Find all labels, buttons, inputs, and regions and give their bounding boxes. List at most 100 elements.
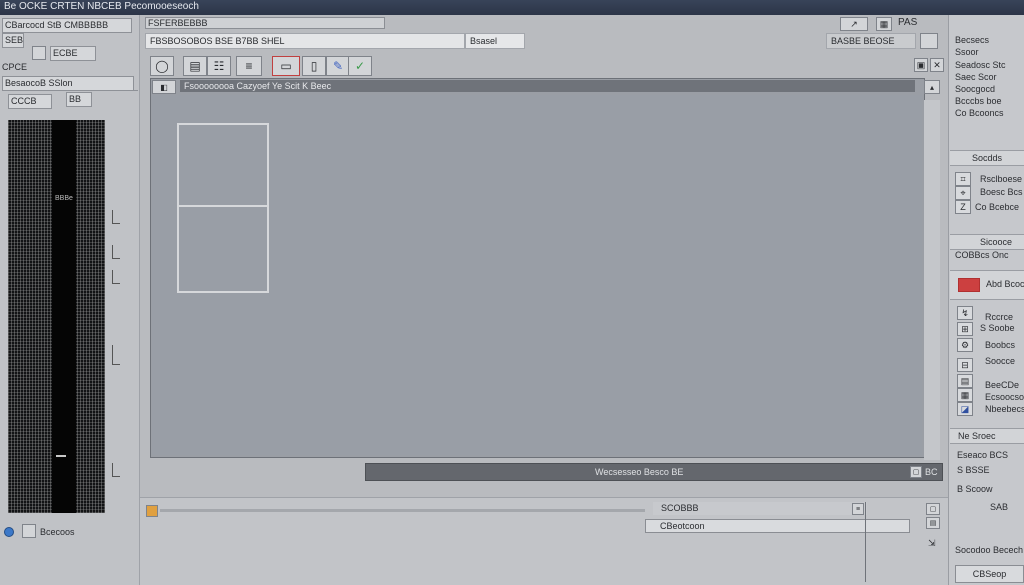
rp-color-icon[interactable] <box>958 278 980 292</box>
side-tick <box>112 210 120 224</box>
rp-section-1-label: Socdds <box>972 153 1003 163</box>
tool-layers-icon[interactable]: ☷ <box>207 56 231 76</box>
tool-select-icon[interactable]: ◯ <box>150 56 174 76</box>
canvas-menu-icon[interactable]: ◧ <box>152 80 176 94</box>
left-row5-a[interactable]: CCCB <box>8 94 52 109</box>
list-row-b[interactable]: CBeotcoon <box>645 519 910 533</box>
tool-image-icon[interactable]: ▤ <box>183 56 207 76</box>
bottom-play-icon[interactable] <box>146 505 158 517</box>
timeline-end: BC <box>925 467 938 477</box>
canvas-scroll-up-icon[interactable]: ▴ <box>924 80 940 94</box>
rp-tool-icon[interactable]: ⊟ <box>957 358 973 372</box>
rp-item-icon[interactable]: ⌗ <box>955 172 971 186</box>
rp-s3-item-3[interactable]: Soocce <box>985 356 1015 366</box>
waveform-marker <box>56 455 66 457</box>
side-tick <box>112 270 120 284</box>
grid-icon[interactable]: ▦ <box>876 17 892 31</box>
rp-item-icon[interactable]: ⌖ <box>955 186 971 200</box>
bottom-track[interactable] <box>160 509 645 512</box>
rp-line-6: Co Bcooncs <box>955 108 1004 118</box>
side-tick <box>112 463 120 477</box>
tab-right[interactable]: BASBE BEOSE <box>826 33 916 49</box>
panel-close-icon[interactable]: ✕ <box>930 58 944 72</box>
bottom-icon-b[interactable]: ▤ <box>926 517 940 529</box>
rp-s4-item-0[interactable]: BeeCDe <box>985 380 1019 390</box>
rp-line-1: Ssoor <box>955 47 979 57</box>
rp-tail-3: B Scoow <box>957 484 993 494</box>
bottom-divider <box>865 502 866 582</box>
rp-section-2b: COBBcs Onc <box>955 250 1009 260</box>
rp-tool-icon[interactable]: ↯ <box>957 306 973 320</box>
rp-footer-label: Socodoo Becech <box>955 545 1024 555</box>
rp-line-2: Seadosc Stc <box>955 60 1006 70</box>
status-text: Bcecoos <box>40 527 75 537</box>
rp-s1-item-0[interactable]: Rsclboese <box>980 174 1022 184</box>
bottom-icon-a[interactable]: ▢ <box>926 503 940 515</box>
rp-tool-icon[interactable]: ▦ <box>957 388 973 402</box>
tool-brush-icon[interactable]: ✎ <box>326 56 350 76</box>
tool-color-icon[interactable]: ▭ <box>272 56 300 76</box>
tool-text-icon[interactable]: ▯ <box>302 56 326 76</box>
panel-icon[interactable]: ▣ <box>914 58 928 72</box>
side-tick <box>112 245 120 259</box>
rp-tail-1: Eseaco BCS <box>957 450 1009 460</box>
rp-tool-icon[interactable]: ⚙ <box>957 338 973 352</box>
side-tick <box>112 345 120 365</box>
list-row-a[interactable]: SCOBBB <box>653 502 867 515</box>
rp-line-0: Becsecs <box>955 35 990 45</box>
rp-s1-item-1[interactable]: Boesc Bcs <box>980 187 1023 197</box>
left-row1[interactable]: CBarcocd StB CMBBBBB <box>2 18 132 33</box>
rp-s3-item-2[interactable]: Boobcs <box>985 340 1015 350</box>
tab-icon[interactable] <box>920 33 938 49</box>
tool-list-icon[interactable]: ≡ <box>236 56 262 76</box>
canvas-frame[interactable] <box>177 123 269 293</box>
rp-section-2[interactable]: Sicooce <box>950 234 1024 250</box>
bottom-list-icon[interactable]: ≡ <box>852 503 864 515</box>
bottom-arrow-icon[interactable]: ⇲ <box>928 538 936 549</box>
left-row2-chip[interactable]: SEBS <box>2 33 24 48</box>
rp-s1-item-2[interactable]: Co Bcebce <box>975 202 1019 212</box>
pas-label: PAS <box>898 17 918 28</box>
rp-section-2-label: Sicooce <box>980 237 1013 247</box>
rp-s4-item-2[interactable]: Nbeebecs <box>985 404 1024 414</box>
status-dot-icon[interactable] <box>4 527 14 537</box>
rp-tail-2: S BSSE <box>957 465 990 475</box>
left-row4[interactable]: BesaocoB SSlon <box>2 76 134 91</box>
window-title: Be OCKE CRTEN NBCEB Pecomooeseoch <box>4 1 199 12</box>
rp-line-4: Soocgocd <box>955 84 996 94</box>
left-row1-chip: CBarcocd <box>5 20 45 30</box>
canvas-header: Fsoooooooa Cazyoef Ye Scit K Beec <box>180 80 915 92</box>
tab-document[interactable]: FBSBOSOBOS BSE B7BB SHEL <box>145 33 465 49</box>
tab-secondary[interactable]: Bsasel <box>465 33 525 49</box>
rp-section-1[interactable]: Socdds <box>950 150 1024 166</box>
rp-s4-item-1[interactable]: Ecsoocso <box>985 392 1024 402</box>
canvas-scrollbar[interactable] <box>924 100 940 460</box>
waveform-label: BBBe <box>55 195 73 202</box>
rp-section-4[interactable]: Ne Sroec <box>950 428 1024 444</box>
record-icon[interactable] <box>22 524 36 538</box>
rp-s3-item-1[interactable]: S Soobe <box>980 323 1015 333</box>
path-field[interactable]: FSFERBEBBB <box>145 17 385 29</box>
footer-button[interactable]: CBSeop <box>955 565 1024 583</box>
title-bar: Be OCKE CRTEN NBCEB Pecomooeseoch <box>0 0 1024 15</box>
left-row5-b[interactable]: BB <box>66 92 92 107</box>
left-row2-tag[interactable]: ECBE <box>50 46 96 61</box>
rp-tail-4: SAB <box>990 502 1009 512</box>
tool-check-icon[interactable]: ✓ <box>348 56 372 76</box>
rp-line-3: Saec Scor <box>955 72 997 82</box>
rp-tool-icon[interactable]: ⊞ <box>957 322 973 336</box>
rp-line-5: Bcccbs boe <box>955 96 1002 106</box>
left-row1-tail: CMBBBBB <box>64 20 109 30</box>
rp-tail-0: Ne Sroec <box>958 431 996 441</box>
rp-item-icon[interactable]: Z <box>955 200 971 214</box>
checkbox-icon[interactable] <box>32 46 46 60</box>
rp-tool-icon[interactable]: ▤ <box>957 374 973 388</box>
rp-section-3[interactable]: Abd Bcoce <box>950 270 1024 300</box>
timeline-label: Wecsesseo Besco BE <box>595 467 684 477</box>
timeline-icon[interactable]: ▢ <box>910 466 922 478</box>
rp-s3-item-0[interactable]: Rccrce <box>985 312 1013 322</box>
rp-section-3-label: Abd Bcoce <box>986 279 1024 289</box>
resize-icon[interactable]: ↗ <box>840 17 868 31</box>
left-row3: CPCE <box>2 62 28 72</box>
rp-tool-icon[interactable]: ◪ <box>957 402 973 416</box>
